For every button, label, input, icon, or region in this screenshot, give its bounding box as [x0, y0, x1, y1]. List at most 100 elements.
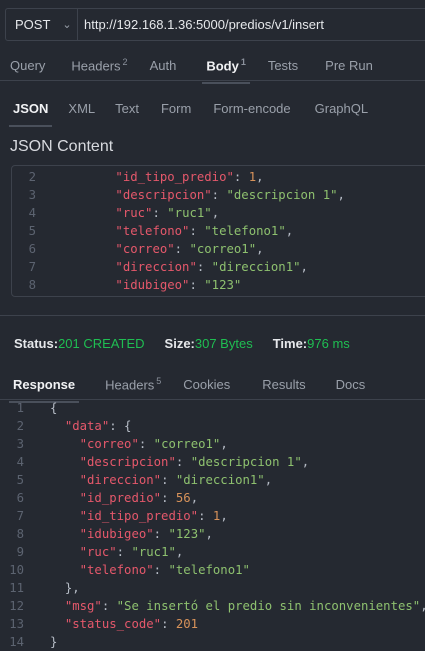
line-number: 8: [28, 278, 36, 292]
tab-xml[interactable]: XML: [68, 101, 95, 116]
line-number: 14: [9, 635, 24, 649]
line-number: 2: [16, 419, 24, 433]
status-label: Status:: [14, 336, 59, 351]
code-line: 7 "id_tipo_predio": 1,: [0, 507, 425, 525]
tab-label: Body: [206, 58, 239, 74]
code-line: 11 },: [0, 579, 425, 597]
json-key: "msg": [64, 599, 102, 613]
tab-label: Pre Run: [325, 58, 373, 74]
code-line: 4 "ruc": "ruc1",: [12, 204, 425, 222]
tab-body[interactable]: Body 1: [202, 57, 250, 85]
json-key: "ruc": [115, 206, 153, 220]
json-string: "telefono1": [204, 224, 286, 238]
json-punct: ,: [300, 260, 308, 274]
json-key: "idubigeo": [79, 527, 154, 541]
json-string: "correo1": [153, 437, 221, 451]
tab-graphql[interactable]: GraphQL: [315, 101, 368, 116]
json-key: "id_tipo_predio": [115, 170, 234, 184]
code-line: 10 "telefono": "telefono1": [0, 561, 425, 579]
json-punct: {: [50, 401, 58, 415]
tab-label: XML: [68, 101, 96, 116]
tab-response[interactable]: Response: [8, 377, 80, 404]
tab-text[interactable]: Text: [115, 101, 139, 116]
tab-label: Results: [262, 377, 306, 393]
json-punct: :: [138, 437, 154, 451]
tab-label: Tests: [267, 58, 299, 74]
tab-label: Auth: [149, 58, 177, 74]
line-number: 5: [16, 473, 24, 487]
tab-headers[interactable]: Headers 2: [71, 57, 127, 73]
tab-form[interactable]: Form: [161, 101, 191, 116]
json-key: "descripcion": [115, 188, 212, 202]
json-string: "correo1": [189, 242, 257, 256]
tab-cookies[interactable]: Cookies: [183, 377, 230, 392]
divider: [0, 80, 425, 81]
json-punct: ,: [337, 188, 345, 202]
json-punct: : {: [109, 419, 132, 433]
json-punct: ,: [256, 242, 264, 256]
tab-label: Headers: [71, 58, 121, 74]
tab-tests[interactable]: Tests: [268, 58, 298, 73]
tab-auth[interactable]: Auth: [150, 58, 177, 73]
code-line: 7 "direccion": "direccion1",: [12, 258, 425, 276]
line-number: 4: [28, 206, 36, 220]
json-punct: :: [161, 617, 176, 631]
json-key: "correo": [79, 437, 139, 451]
tab-label: Text: [115, 101, 139, 116]
tab-label: Docs: [335, 377, 366, 393]
url-bar: POST ⌄ http://192.168.1.36:5000/predios/…: [5, 8, 425, 41]
response-viewer[interactable]: 1{2 "data": {3 "correo": "correo1", 4 "de…: [0, 399, 425, 651]
json-punct: ,: [264, 473, 273, 487]
line-number: 10: [9, 563, 24, 577]
url-input[interactable]: http://192.168.1.36:5000/predios/v1/inse…: [78, 17, 324, 32]
status-value: 201 CREATED: [58, 336, 145, 351]
json-punct: ,: [205, 527, 213, 541]
json-key: "idubigeo": [115, 278, 190, 292]
line-number: 3: [28, 188, 36, 202]
json-punct: :: [161, 491, 176, 505]
size-label: Size:: [164, 336, 195, 351]
tab-docs[interactable]: Docs: [336, 377, 366, 392]
tab-label: Form-encode: [213, 101, 291, 116]
code-line: 5 "direccion": "direccion1",: [0, 471, 425, 489]
json-punct: :: [174, 242, 190, 256]
tab-label: Cookies: [183, 377, 231, 393]
chevron-down-icon: ⌄: [62, 19, 72, 31]
tab-pre-run[interactable]: Pre Run: [325, 58, 373, 73]
json-string: "descripcion 1": [190, 455, 302, 469]
tab-json[interactable]: JSON: [8, 101, 53, 127]
json-punct: :: [198, 509, 213, 523]
json-editor[interactable]: 2 "id_tipo_predio": 1,3 "descripcion": "…: [11, 165, 425, 297]
method-select[interactable]: POST ⌄: [6, 9, 78, 40]
code-line: 14}: [0, 633, 425, 651]
json-string: "Se insertó el predio sin inconvenientes…: [116, 599, 421, 613]
tab-label: JSON: [13, 101, 49, 116]
code-line: 8 "idubigeo": "123": [12, 276, 425, 294]
json-key: "direccion": [115, 260, 197, 274]
tab-results[interactable]: Results: [262, 377, 305, 392]
json-punct: }: [50, 635, 58, 649]
json-punct: :: [116, 545, 132, 559]
code-line: 4 "descripcion": "descripcion 1",: [0, 453, 425, 471]
json-string: "ruc1": [131, 545, 176, 559]
tab-headers[interactable]: Headers 5: [105, 376, 161, 392]
code-line: 3 "correo": "correo1",: [0, 435, 425, 453]
json-punct: :: [161, 473, 176, 487]
tab-form-encode[interactable]: Form-encode: [213, 101, 290, 116]
body-type-tabs: JSON XML Text Form Form-encode GraphQL: [8, 101, 368, 127]
tab-query[interactable]: Query: [10, 58, 45, 73]
code-line: 5 "telefono": "telefono1",: [12, 222, 425, 240]
json-key: "id_tipo_predio": [79, 509, 199, 523]
